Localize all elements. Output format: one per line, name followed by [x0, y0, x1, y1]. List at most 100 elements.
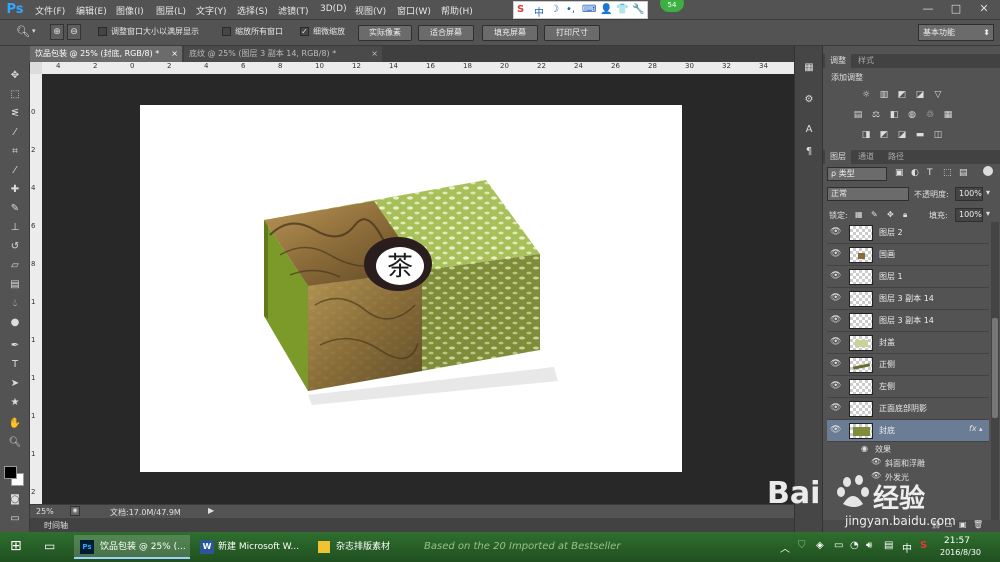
tab-texture[interactable]: 底纹 @ 25% (图层 3 副本 14, RGB/8) * × — [184, 46, 382, 62]
moon-icon[interactable]: ☽ — [550, 4, 559, 15]
foreground-color-swatch[interactable] — [4, 466, 17, 479]
user-icon[interactable]: 👤 — [600, 4, 612, 15]
blur-tool-icon[interactable]: 💧︎ — [6, 296, 24, 312]
scrubby-zoom-checkbox[interactable]: ✓ — [300, 27, 309, 36]
menu-select[interactable]: 选择(S) — [237, 4, 268, 17]
print-size-button[interactable]: 打印尺寸 — [544, 25, 600, 41]
lasso-tool-icon[interactable]: ᓬ — [6, 106, 24, 122]
menu-file[interactable]: 文件(F) — [35, 4, 65, 17]
layer-row[interactable]: 👁︎ 左侧 — [827, 376, 989, 398]
chevron-up-icon[interactable]: ︿ — [780, 540, 790, 555]
visibility-eye-icon[interactable]: 👁︎ — [830, 227, 841, 237]
maximize-button[interactable]: □ — [942, 0, 970, 18]
levels-icon[interactable]: ▥ — [879, 90, 889, 100]
scrollbar-thumb[interactable] — [992, 318, 998, 418]
selective-color-icon[interactable]: ◫ — [933, 130, 943, 140]
history-brush-tool-icon[interactable]: ↺ — [6, 239, 24, 255]
task-view-icon[interactable]: ▭ — [44, 539, 55, 553]
lock-position-icon[interactable]: ✥ — [887, 210, 894, 219]
zoom-tool-icon[interactable]: 🔍︎ — [6, 435, 24, 451]
brightness-icon[interactable]: ☼ — [861, 90, 871, 100]
photo-filter-icon[interactable]: ◍ — [907, 110, 917, 120]
invert-icon[interactable]: ◨ — [861, 130, 871, 140]
zoom-out-icon[interactable]: ⊖ — [67, 24, 81, 40]
layer-filter-select[interactable]: ρ 类型 — [827, 167, 887, 181]
layers-scrollbar[interactable] — [991, 222, 999, 522]
effects-row[interactable]: ◉ 效果 — [827, 442, 989, 456]
clock-date[interactable]: 2016/8/30 — [940, 548, 981, 557]
punctuation-icon[interactable]: •, — [566, 4, 575, 15]
tools-icon[interactable]: 🔧 — [632, 4, 644, 15]
chevron-right-icon[interactable]: ▶ — [208, 506, 214, 515]
menu-3d[interactable]: 3D(D) — [320, 4, 347, 14]
timeline-panel[interactable]: 时间轴 — [30, 518, 794, 532]
close-icon[interactable]: × — [371, 46, 378, 62]
menu-view[interactable]: 视图(V) — [355, 4, 386, 17]
crop-tool-icon[interactable]: ⌗ — [6, 144, 24, 160]
chevron-up-icon[interactable]: ▴ — [979, 425, 983, 433]
resize-windows-checkbox[interactable] — [98, 27, 107, 36]
chevron-down-icon[interactable]: ▾ — [986, 188, 990, 197]
fill-screen-button[interactable]: 填充屏幕 — [482, 25, 538, 41]
layer-row[interactable]: 👁︎ 正侧 — [827, 354, 989, 376]
black-white-icon[interactable]: ◧ — [889, 110, 899, 120]
clone-stamp-tool-icon[interactable]: ⊥ — [6, 220, 24, 236]
hand-tool-icon[interactable]: ✋ — [6, 416, 24, 432]
gradient-map-icon[interactable]: ▬ — [915, 130, 925, 140]
keyboard-icon[interactable]: ⌨ — [582, 4, 596, 15]
close-icon[interactable]: × — [171, 46, 178, 62]
filter-smart-icon[interactable]: ▤ — [959, 168, 968, 178]
filter-shape-icon[interactable]: ⬚ — [943, 168, 952, 178]
tab-paths[interactable]: 路径 — [883, 150, 909, 164]
tab-adjustments[interactable]: 调整 — [825, 54, 851, 68]
tab-styles[interactable]: 样式 — [853, 54, 879, 68]
eyedropper-tool-icon[interactable]: ⁄ — [6, 163, 24, 179]
delete-layer-icon[interactable]: 🗑︎ — [973, 520, 983, 529]
canvas-area[interactable]: 茶 — [42, 74, 794, 504]
menu-filter[interactable]: 滤镜(T) — [278, 4, 309, 17]
actual-pixels-button[interactable]: 实际像素 — [358, 25, 412, 41]
volume-icon[interactable]: 🔊︎ — [866, 540, 872, 551]
minimize-button[interactable]: — — [914, 0, 942, 18]
status-info-icon[interactable]: ◉ — [70, 506, 80, 516]
chevron-down-icon[interactable]: ▾ — [32, 27, 36, 35]
color-lookup-icon[interactable]: ▦ — [943, 110, 953, 120]
document-canvas[interactable]: 茶 — [140, 105, 682, 472]
zoom-all-checkbox[interactable] — [222, 27, 231, 36]
screen-mode-icon[interactable]: ▭ — [6, 511, 24, 527]
menu-layer[interactable]: 图层(L) — [156, 4, 186, 17]
filter-pixel-icon[interactable]: ▣ — [895, 168, 904, 178]
zoom-level[interactable]: 25% — [36, 507, 54, 516]
ime-toolbar[interactable]: S 中 ☽ •, ⌨ 👤 👕 🔧 — [513, 1, 648, 19]
paragraph-panel-icon[interactable]: ¶ — [800, 144, 818, 160]
security-shield-icon[interactable]: ⛉ — [798, 540, 806, 551]
windows-start-icon[interactable]: ⊞ — [10, 538, 22, 554]
properties-panel-icon[interactable]: ⚙ — [800, 92, 818, 108]
path-select-tool-icon[interactable]: ➤ — [6, 376, 24, 392]
visibility-eye-icon[interactable]: 👁︎ — [830, 315, 841, 325]
shape-tool-icon[interactable]: ★ — [6, 395, 24, 411]
visibility-eye-icon[interactable]: 👁︎ — [830, 359, 841, 369]
visibility-eye-icon[interactable]: 👁︎ — [830, 249, 841, 259]
color-balance-icon[interactable]: ⚖ — [871, 110, 881, 120]
brush-tool-icon[interactable]: ✎ — [6, 201, 24, 217]
clock-time[interactable]: 21:57 — [944, 536, 970, 546]
timeline-label[interactable]: 时间轴 — [44, 520, 68, 531]
skin-icon[interactable]: 👕 — [616, 4, 628, 15]
posterize-icon[interactable]: ◩ — [879, 130, 889, 140]
menu-help[interactable]: 帮助(H) — [441, 4, 473, 17]
opacity-input[interactable]: 100% — [955, 187, 983, 201]
visibility-eye-icon[interactable]: 👁︎ — [830, 403, 841, 413]
fill-input[interactable]: 100% — [955, 208, 983, 222]
visibility-eye-icon[interactable]: 👁︎ — [830, 381, 841, 391]
visibility-eye-icon[interactable]: 👁︎ — [830, 425, 841, 435]
character-panel-icon[interactable]: A — [800, 122, 818, 138]
marquee-tool-icon[interactable]: ⬚ — [6, 87, 24, 103]
sogou-tray-icon[interactable]: S — [920, 540, 927, 551]
threshold-icon[interactable]: ◪ — [897, 130, 907, 140]
layer-row[interactable]: 👁︎ 图层 3 副本 14 — [827, 310, 989, 332]
notification-icon[interactable]: ▤ — [884, 540, 893, 551]
hue-saturation-icon[interactable]: ▤ — [853, 110, 863, 120]
fit-screen-button[interactable]: 适合屏幕 — [418, 25, 474, 41]
menu-type[interactable]: 文字(Y) — [196, 4, 227, 17]
